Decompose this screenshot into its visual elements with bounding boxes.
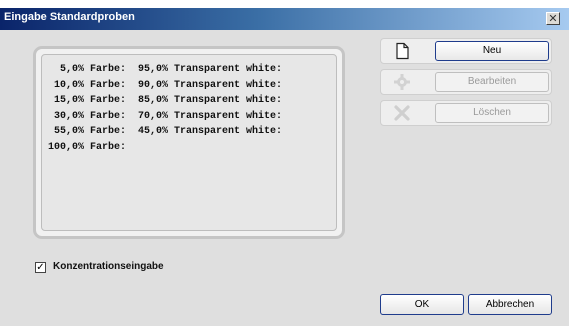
list-item[interactable]: 30,0% Farbe: 70,0% Transparent white:: [48, 111, 282, 122]
list-item[interactable]: 100,0% Farbe:: [48, 142, 126, 153]
new-button[interactable]: Neu: [435, 41, 549, 61]
dialog-window: Eingabe Standardproben ✕ 5,0% Farbe: 95,…: [0, 0, 569, 326]
checkmark-icon: ✓: [36, 262, 45, 273]
standard-samples-list[interactable]: 5,0% Farbe: 95,0% Transparent white: 10,…: [33, 46, 345, 239]
new-row: Neu: [380, 38, 552, 64]
list-items: 5,0% Farbe: 95,0% Transparent white: 10,…: [48, 62, 282, 155]
ok-button[interactable]: OK: [380, 294, 464, 315]
delete-row: Löschen: [380, 100, 552, 126]
close-icon: ✕: [548, 12, 558, 25]
document-icon: [396, 42, 409, 60]
gear-icon: [394, 74, 410, 90]
window-title: Eingabe Standardproben: [4, 11, 135, 23]
close-button[interactable]: ✕: [546, 12, 560, 25]
list-item[interactable]: 10,0% Farbe: 90,0% Transparent white:: [48, 80, 282, 91]
concentration-checkbox[interactable]: ✓: [35, 262, 46, 273]
edit-button[interactable]: Bearbeiten: [435, 72, 549, 92]
delete-x-icon: [394, 105, 410, 121]
cancel-button[interactable]: Abbrechen: [468, 294, 552, 315]
title-bar[interactable]: Eingabe Standardproben ✕: [0, 8, 569, 30]
list-item[interactable]: 15,0% Farbe: 85,0% Transparent white:: [48, 95, 282, 106]
concentration-label[interactable]: Konzentrationseingabe: [53, 261, 164, 272]
edit-row: Bearbeiten: [380, 69, 552, 95]
dialog-body: 5,0% Farbe: 95,0% Transparent white: 10,…: [0, 30, 569, 326]
list-item[interactable]: 55,0% Farbe: 45,0% Transparent white:: [48, 126, 282, 137]
list-content-area: 5,0% Farbe: 95,0% Transparent white: 10,…: [41, 54, 337, 231]
delete-button[interactable]: Löschen: [435, 103, 549, 123]
list-item[interactable]: 5,0% Farbe: 95,0% Transparent white:: [48, 64, 282, 75]
